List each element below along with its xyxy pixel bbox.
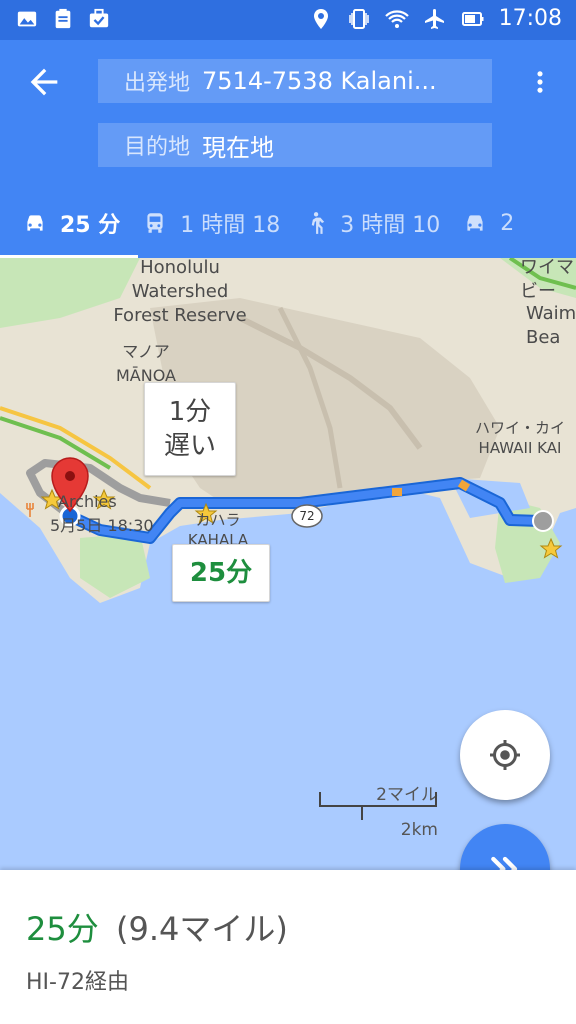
tab-walk-label: 3 時間 10 [340,213,441,238]
map-label-waimea-jp: ワイマ ビー [520,258,574,302]
vibrate-icon [348,8,369,29]
alt-route-callout[interactable]: 1分 遅い [144,382,236,476]
wifi-icon [384,9,409,28]
my-location-icon [490,740,520,770]
tab-drive[interactable]: 25 分 [0,207,120,239]
origin-field[interactable]: 出発地 7514-7538 Kalani... [98,59,492,103]
map-label-waimea-beach: Waim Bea [526,303,576,348]
route-distance: (9.4マイル) [116,910,288,948]
map-label-archies: Archies [58,492,117,511]
scale-km: 2km [400,820,438,840]
image-icon [17,11,37,27]
alt-route-delay: 1分 遅い [163,397,216,461]
destination-field[interactable]: 目的地 現在地 [98,123,492,167]
car-icon [27,215,43,231]
destination-label: 目的地 [124,135,191,160]
clipboard-icon [55,8,71,29]
transit-icon [147,213,163,233]
location-pin-icon [313,8,328,29]
more-menu-icon[interactable] [526,64,554,100]
origin-value: 7514-7538 Kalani... [202,67,437,95]
route-summary-sheet[interactable]: 25分 (9.4マイル) HI-72経由 [0,870,576,1024]
tab-taxi[interactable]: 2 [440,210,514,236]
tab-drive-label: 25 分 [60,213,121,238]
battery-icon [461,11,484,26]
route-duration: 25分 [26,910,99,948]
walk-icon [312,212,325,234]
map-label-event: 5月5日 18:30 [50,516,154,535]
my-location-button[interactable] [460,710,550,800]
map-label-watershed: Honolulu Watershed Forest Reserve [113,258,247,326]
tab-taxi-label: 2 [500,210,515,236]
directions-header: 出発地 7514-7538 Kalani... 目的地 現在地 25 分 1 時… [0,40,576,259]
status-time: 17:08 [498,6,562,31]
destination-value: 現在地 [202,133,275,162]
route-via: HI-72経由 [26,970,129,995]
map-label-hawaii-kai: ハワイ・カイ HAWAII KAI [474,419,565,457]
briefcase-check-icon [89,8,109,28]
back-arrow-icon[interactable] [24,62,64,102]
airplane-icon [424,8,444,29]
tab-transit-label: 1 時間 18 [180,213,281,238]
travel-mode-tabs: 25 分 1 時間 18 3 時間 10 2 [0,188,576,258]
primary-route-callout[interactable]: 25分 [172,544,270,602]
map-label-manoa: マノア MĀNOA [116,342,176,385]
route-72-shield-label: 72 [299,509,315,523]
tab-walk[interactable]: 3 時間 10 [280,207,440,239]
status-bar: 17:08 [0,0,576,40]
taxi-icon [467,215,483,231]
map-scale: 2マイル 2km [318,780,438,840]
tab-transit[interactable]: 1 時間 18 [120,207,280,239]
primary-route-duration: 25分 [189,558,253,588]
origin-label: 出発地 [124,71,191,96]
